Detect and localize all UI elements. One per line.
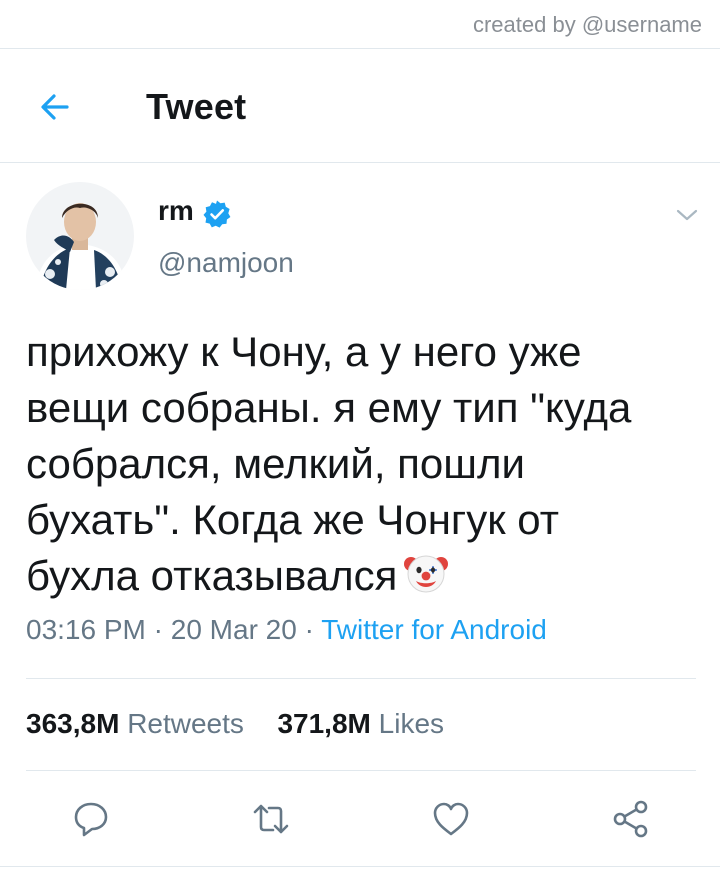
avatar-image [26,182,134,290]
header-divider [0,162,720,163]
like-button[interactable] [428,796,474,842]
tweet-time: 03:16 PM [26,614,146,645]
reply-icon [74,802,108,837]
share-icon [613,800,648,838]
retweet-button[interactable] [248,796,294,842]
like-icon [433,802,469,836]
retweet-icon [253,804,289,834]
verified-badge-icon [203,200,231,228]
page-title: Tweet [146,86,247,127]
action-bar [0,796,720,842]
header: Tweet [0,50,720,162]
stats-divider [26,770,696,771]
tweet-meta: 03:16 PM · 20 Mar 20 · Twitter for Andro… [26,614,547,646]
meta-divider [26,678,696,679]
tweet-text: прихожу к Чону, а у него уже вещи собран… [26,324,706,604]
likes-label: Likes [378,708,445,739]
retweets-stat[interactable]: 363,8M Retweets [26,708,244,739]
retweets-label: Retweets [127,708,244,739]
chevron-down-icon[interactable] [672,200,702,230]
back-button[interactable] [32,84,78,130]
tweet-body: прихожу к Чону, а у него уже вещи собран… [26,328,632,599]
tweet-date: 20 Mar 20 [170,614,297,645]
author-handle[interactable]: @namjoon [158,247,294,279]
tweet-source-link[interactable]: Twitter for Android [321,614,547,645]
bottom-divider [0,866,720,867]
author-name[interactable]: rm [158,195,194,227]
back-arrow-icon [41,94,69,120]
likes-stat[interactable]: 371,8M Likes [277,708,444,739]
reply-button[interactable] [68,796,114,842]
tweet-stats: 363,8M Retweets 371,8M Likes [26,708,444,740]
likes-count: 371,8M [277,708,371,739]
top-divider [0,48,720,49]
clown-emoji-icon [403,550,449,596]
meta-separator: · [304,614,322,645]
share-button[interactable] [608,796,654,842]
watermark: created by @username [472,12,702,37]
avatar[interactable] [26,182,134,290]
meta-separator: · [153,614,171,645]
retweets-count: 363,8M [26,708,120,739]
